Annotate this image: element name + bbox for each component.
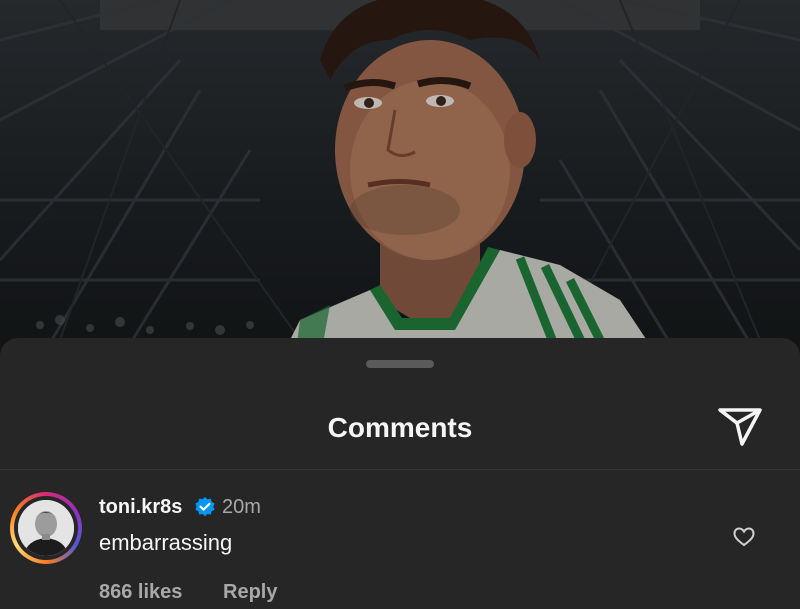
reply-button[interactable]: Reply — [223, 581, 277, 604]
post-photo — [0, 0, 800, 360]
comment-text: embarrassing — [99, 530, 233, 555]
drag-handle[interactable] — [366, 360, 434, 368]
paper-plane-icon[interactable] — [716, 406, 764, 448]
avatar-image — [18, 500, 74, 556]
comment-timestamp: 20m — [222, 496, 261, 518]
avatar[interactable] — [10, 492, 82, 564]
comment-username[interactable]: toni.kr8s — [99, 496, 182, 519]
comment-likes-count[interactable]: 866 likes — [99, 581, 182, 604]
comment-item: toni.kr8s 20m embarrassing 866 likes Rep… — [0, 470, 800, 609]
verified-badge-icon — [194, 496, 216, 518]
sheet-title: Comments — [327, 412, 473, 443]
comments-sheet: Comments toni.kr8s 20m embarrassing 866 … — [0, 338, 800, 609]
heart-outline-icon[interactable] — [733, 527, 755, 547]
